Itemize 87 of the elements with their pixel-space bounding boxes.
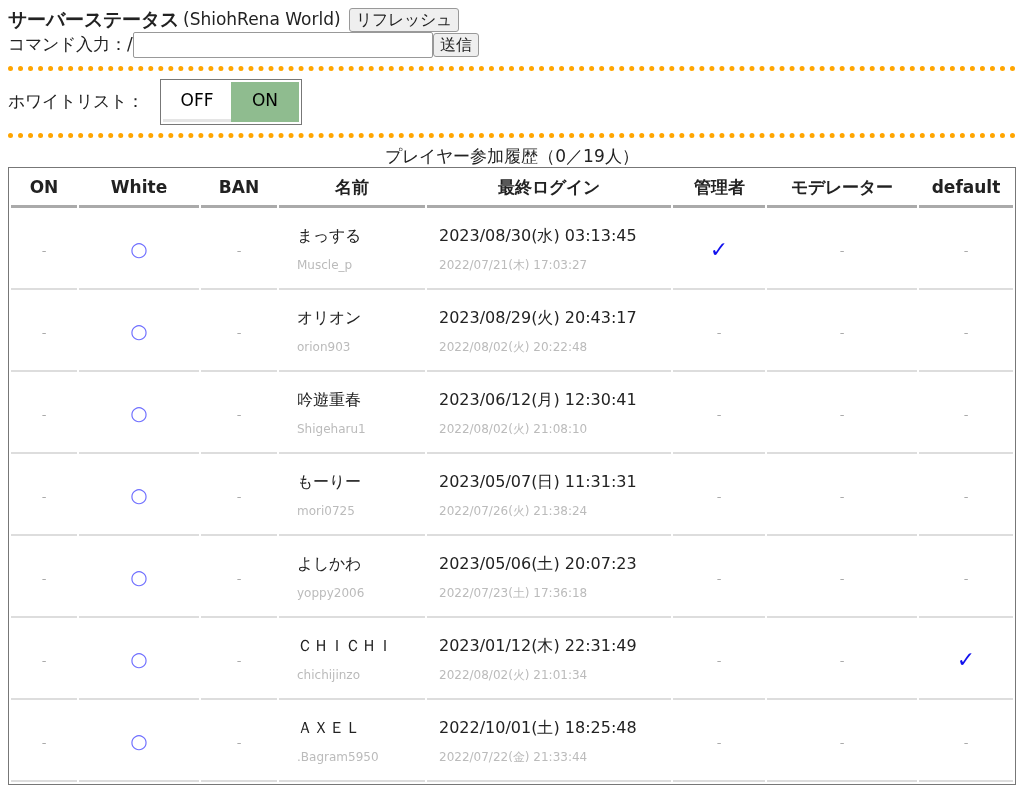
player-name: よしかわ bbox=[297, 553, 362, 574]
last-login: 2023/01/12(木) 22:31:49 bbox=[439, 635, 638, 656]
toggle-option[interactable]: ON bbox=[231, 82, 299, 122]
player-name: オリオン bbox=[297, 307, 362, 328]
column-header: 名前 bbox=[279, 170, 425, 209]
page-title: サーバーステータス bbox=[8, 8, 179, 32]
dash-mark: - bbox=[839, 652, 845, 668]
last-login: 2023/08/30(水) 03:13:45 bbox=[439, 225, 638, 246]
table-caption: プレイヤー参加履歴（0／19人） bbox=[384, 146, 640, 168]
first-login: 2022/07/22(金) 21:33:44 bbox=[439, 749, 589, 765]
player-name: 吟遊重春 bbox=[297, 389, 362, 410]
dash-mark: - bbox=[963, 734, 969, 750]
command-label: コマンド入力：/ bbox=[8, 34, 133, 56]
player-name: ＡＸＥＬ bbox=[297, 717, 362, 738]
circle-mark: ○ bbox=[130, 646, 148, 671]
whitelist-label: ホワイトリスト： bbox=[8, 91, 144, 113]
dash-mark: - bbox=[236, 406, 242, 422]
column-header: BAN bbox=[201, 170, 277, 209]
dash-mark: - bbox=[839, 242, 845, 258]
dash-mark: - bbox=[236, 242, 242, 258]
first-login: 2022/08/02(火) 21:01:34 bbox=[439, 667, 589, 683]
dash-mark: - bbox=[41, 488, 47, 504]
player-name: まっする bbox=[297, 225, 362, 246]
circle-mark: ○ bbox=[130, 482, 148, 507]
circle-mark: ○ bbox=[130, 318, 148, 343]
first-login: 2022/07/21(木) 17:03:27 bbox=[439, 257, 589, 273]
dash-mark: - bbox=[963, 324, 969, 340]
last-login: 2023/05/06(土) 20:07:23 bbox=[439, 553, 638, 574]
dash-mark: - bbox=[839, 488, 845, 504]
dash-mark: - bbox=[963, 406, 969, 422]
dash-mark: - bbox=[716, 734, 722, 750]
dash-mark: - bbox=[716, 570, 722, 586]
circle-mark: ○ bbox=[130, 728, 148, 753]
world-name: (ShiohRena World) bbox=[183, 9, 341, 31]
first-login: 2022/08/02(火) 21:08:10 bbox=[439, 421, 589, 437]
check-mark: ✓ bbox=[956, 646, 976, 672]
player-id: Shigeharu1 bbox=[297, 421, 367, 437]
player-id: chichijinzo bbox=[297, 667, 361, 683]
dash-mark: - bbox=[41, 324, 47, 340]
player-id: .Bagram5950 bbox=[297, 749, 380, 765]
last-login: 2023/06/12(月) 12:30:41 bbox=[439, 389, 638, 410]
dash-mark: - bbox=[236, 570, 242, 586]
circle-mark: ○ bbox=[130, 400, 148, 425]
dash-mark: - bbox=[41, 406, 47, 422]
command-input[interactable] bbox=[132, 32, 433, 58]
dash-mark: - bbox=[716, 406, 722, 422]
column-header: 管理者 bbox=[673, 170, 765, 209]
dash-mark: - bbox=[236, 734, 242, 750]
dash-mark: - bbox=[716, 488, 722, 504]
dash-mark: - bbox=[963, 488, 969, 504]
dash-mark: - bbox=[716, 652, 722, 668]
player-id: orion903 bbox=[297, 339, 352, 355]
check-mark: ✓ bbox=[709, 236, 729, 262]
send-button[interactable]: 送信 bbox=[432, 33, 479, 57]
dash-mark: - bbox=[839, 570, 845, 586]
dash-mark: - bbox=[839, 406, 845, 422]
dash-mark: - bbox=[839, 324, 845, 340]
column-header: default bbox=[919, 170, 1013, 209]
dash-mark: - bbox=[41, 570, 47, 586]
dash-mark: - bbox=[839, 734, 845, 750]
dash-mark: - bbox=[41, 734, 47, 750]
dash-mark: - bbox=[716, 324, 722, 340]
last-login: 2023/08/29(火) 20:43:17 bbox=[439, 307, 638, 328]
column-header: 最終ログイン bbox=[427, 170, 671, 209]
circle-mark: ○ bbox=[130, 236, 148, 261]
dash-mark: - bbox=[236, 488, 242, 504]
dash-mark: - bbox=[236, 652, 242, 668]
column-header: ON bbox=[11, 170, 77, 209]
column-header: White bbox=[79, 170, 199, 209]
dash-mark: - bbox=[963, 570, 969, 586]
player-name: もーりー bbox=[297, 471, 362, 492]
last-login: 2023/05/07(日) 11:31:31 bbox=[439, 471, 638, 492]
first-login: 2022/07/26(火) 21:38:24 bbox=[439, 503, 589, 519]
dash-mark: - bbox=[41, 652, 47, 668]
dash-mark: - bbox=[963, 242, 969, 258]
player-name: ＣＨＩＣＨＩ bbox=[297, 635, 394, 656]
dash-mark: - bbox=[41, 242, 47, 258]
player-id: yoppy2006 bbox=[297, 585, 366, 601]
first-login: 2022/08/02(火) 20:22:48 bbox=[439, 339, 589, 355]
first-login: 2022/07/23(土) 17:36:18 bbox=[439, 585, 589, 601]
column-header: モデレーター bbox=[767, 170, 917, 209]
player-id: mori0725 bbox=[297, 503, 356, 519]
dash-mark: - bbox=[236, 324, 242, 340]
player-id: Muscle_p bbox=[297, 257, 354, 273]
last-login: 2022/10/01(土) 18:25:48 bbox=[439, 717, 638, 738]
refresh-button[interactable]: リフレッシュ bbox=[348, 8, 459, 32]
circle-mark: ○ bbox=[130, 564, 148, 589]
